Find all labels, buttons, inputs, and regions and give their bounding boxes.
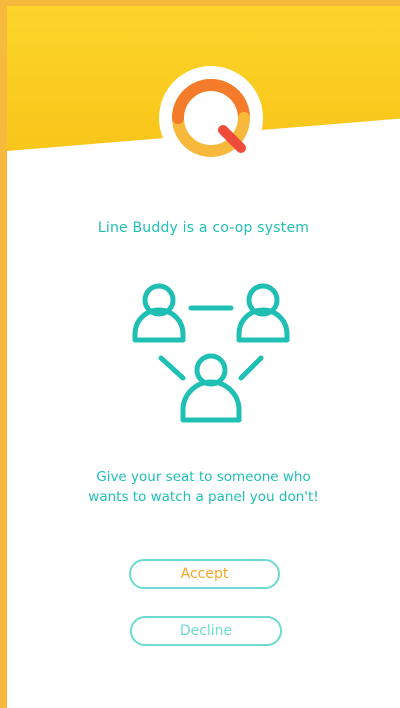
- person-icon-bottom: [180, 353, 242, 423]
- q-logo-icon: [159, 66, 263, 170]
- person-icon-left: [132, 283, 186, 343]
- description-line-1: Give your seat to someone who: [96, 469, 311, 485]
- headline-text: Line Buddy is a co-op system: [97, 220, 310, 236]
- people-network-icon: [132, 283, 290, 423]
- accept-button[interactable]: Accept: [129, 559, 280, 589]
- description-text: Give your seat to someone who wants to w…: [27, 467, 380, 507]
- connector-right: [238, 355, 264, 381]
- person-icon-right: [236, 283, 290, 343]
- connector-left: [158, 355, 186, 381]
- description-line-2: wants to watch a panel you don't!: [88, 489, 319, 505]
- line-buddy-screen: Line Buddy is a co-op system Give your s…: [0, 0, 400, 708]
- decline-button[interactable]: Decline: [130, 616, 282, 646]
